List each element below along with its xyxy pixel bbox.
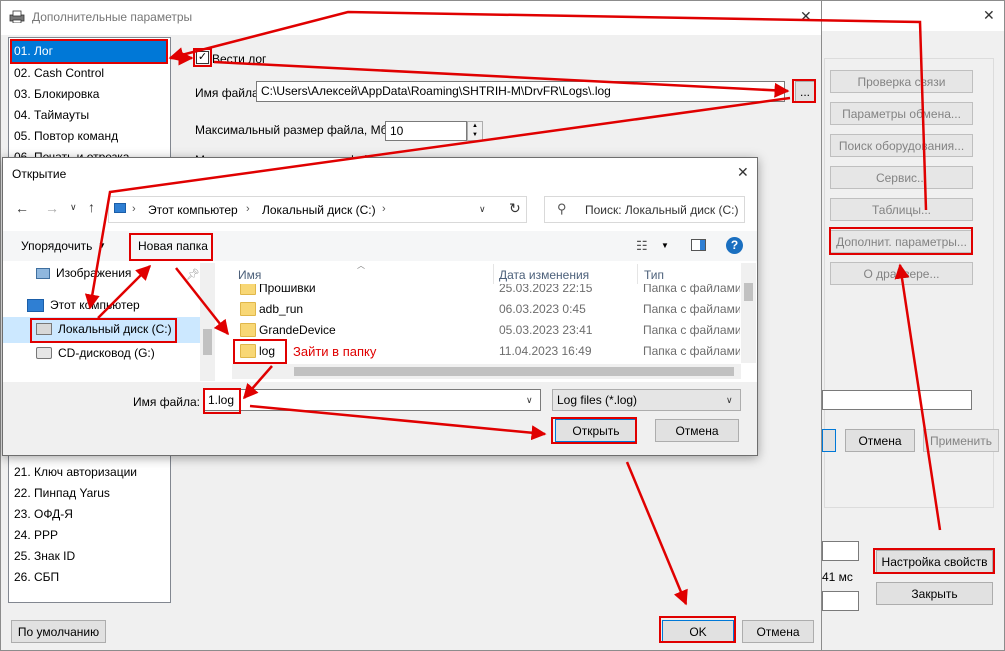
arrow-filename-to-open: [249, 404, 547, 441]
arrow-disk-to-new-folder: [97, 264, 152, 319]
annotation-arrows: [84, 10, 942, 606]
arrow-open-to-ok: [625, 461, 688, 606]
arrow-extra-to-log: [168, 10, 928, 211]
arrow-checkbox-to-browse: [213, 60, 790, 98]
arrow-properties-to-extra: [894, 263, 942, 531]
arrow-browse-to-local-disk: [84, 96, 791, 310]
arrow-log-to-filename: [243, 365, 273, 400]
arrow-new-folder-to-log: [175, 267, 229, 336]
